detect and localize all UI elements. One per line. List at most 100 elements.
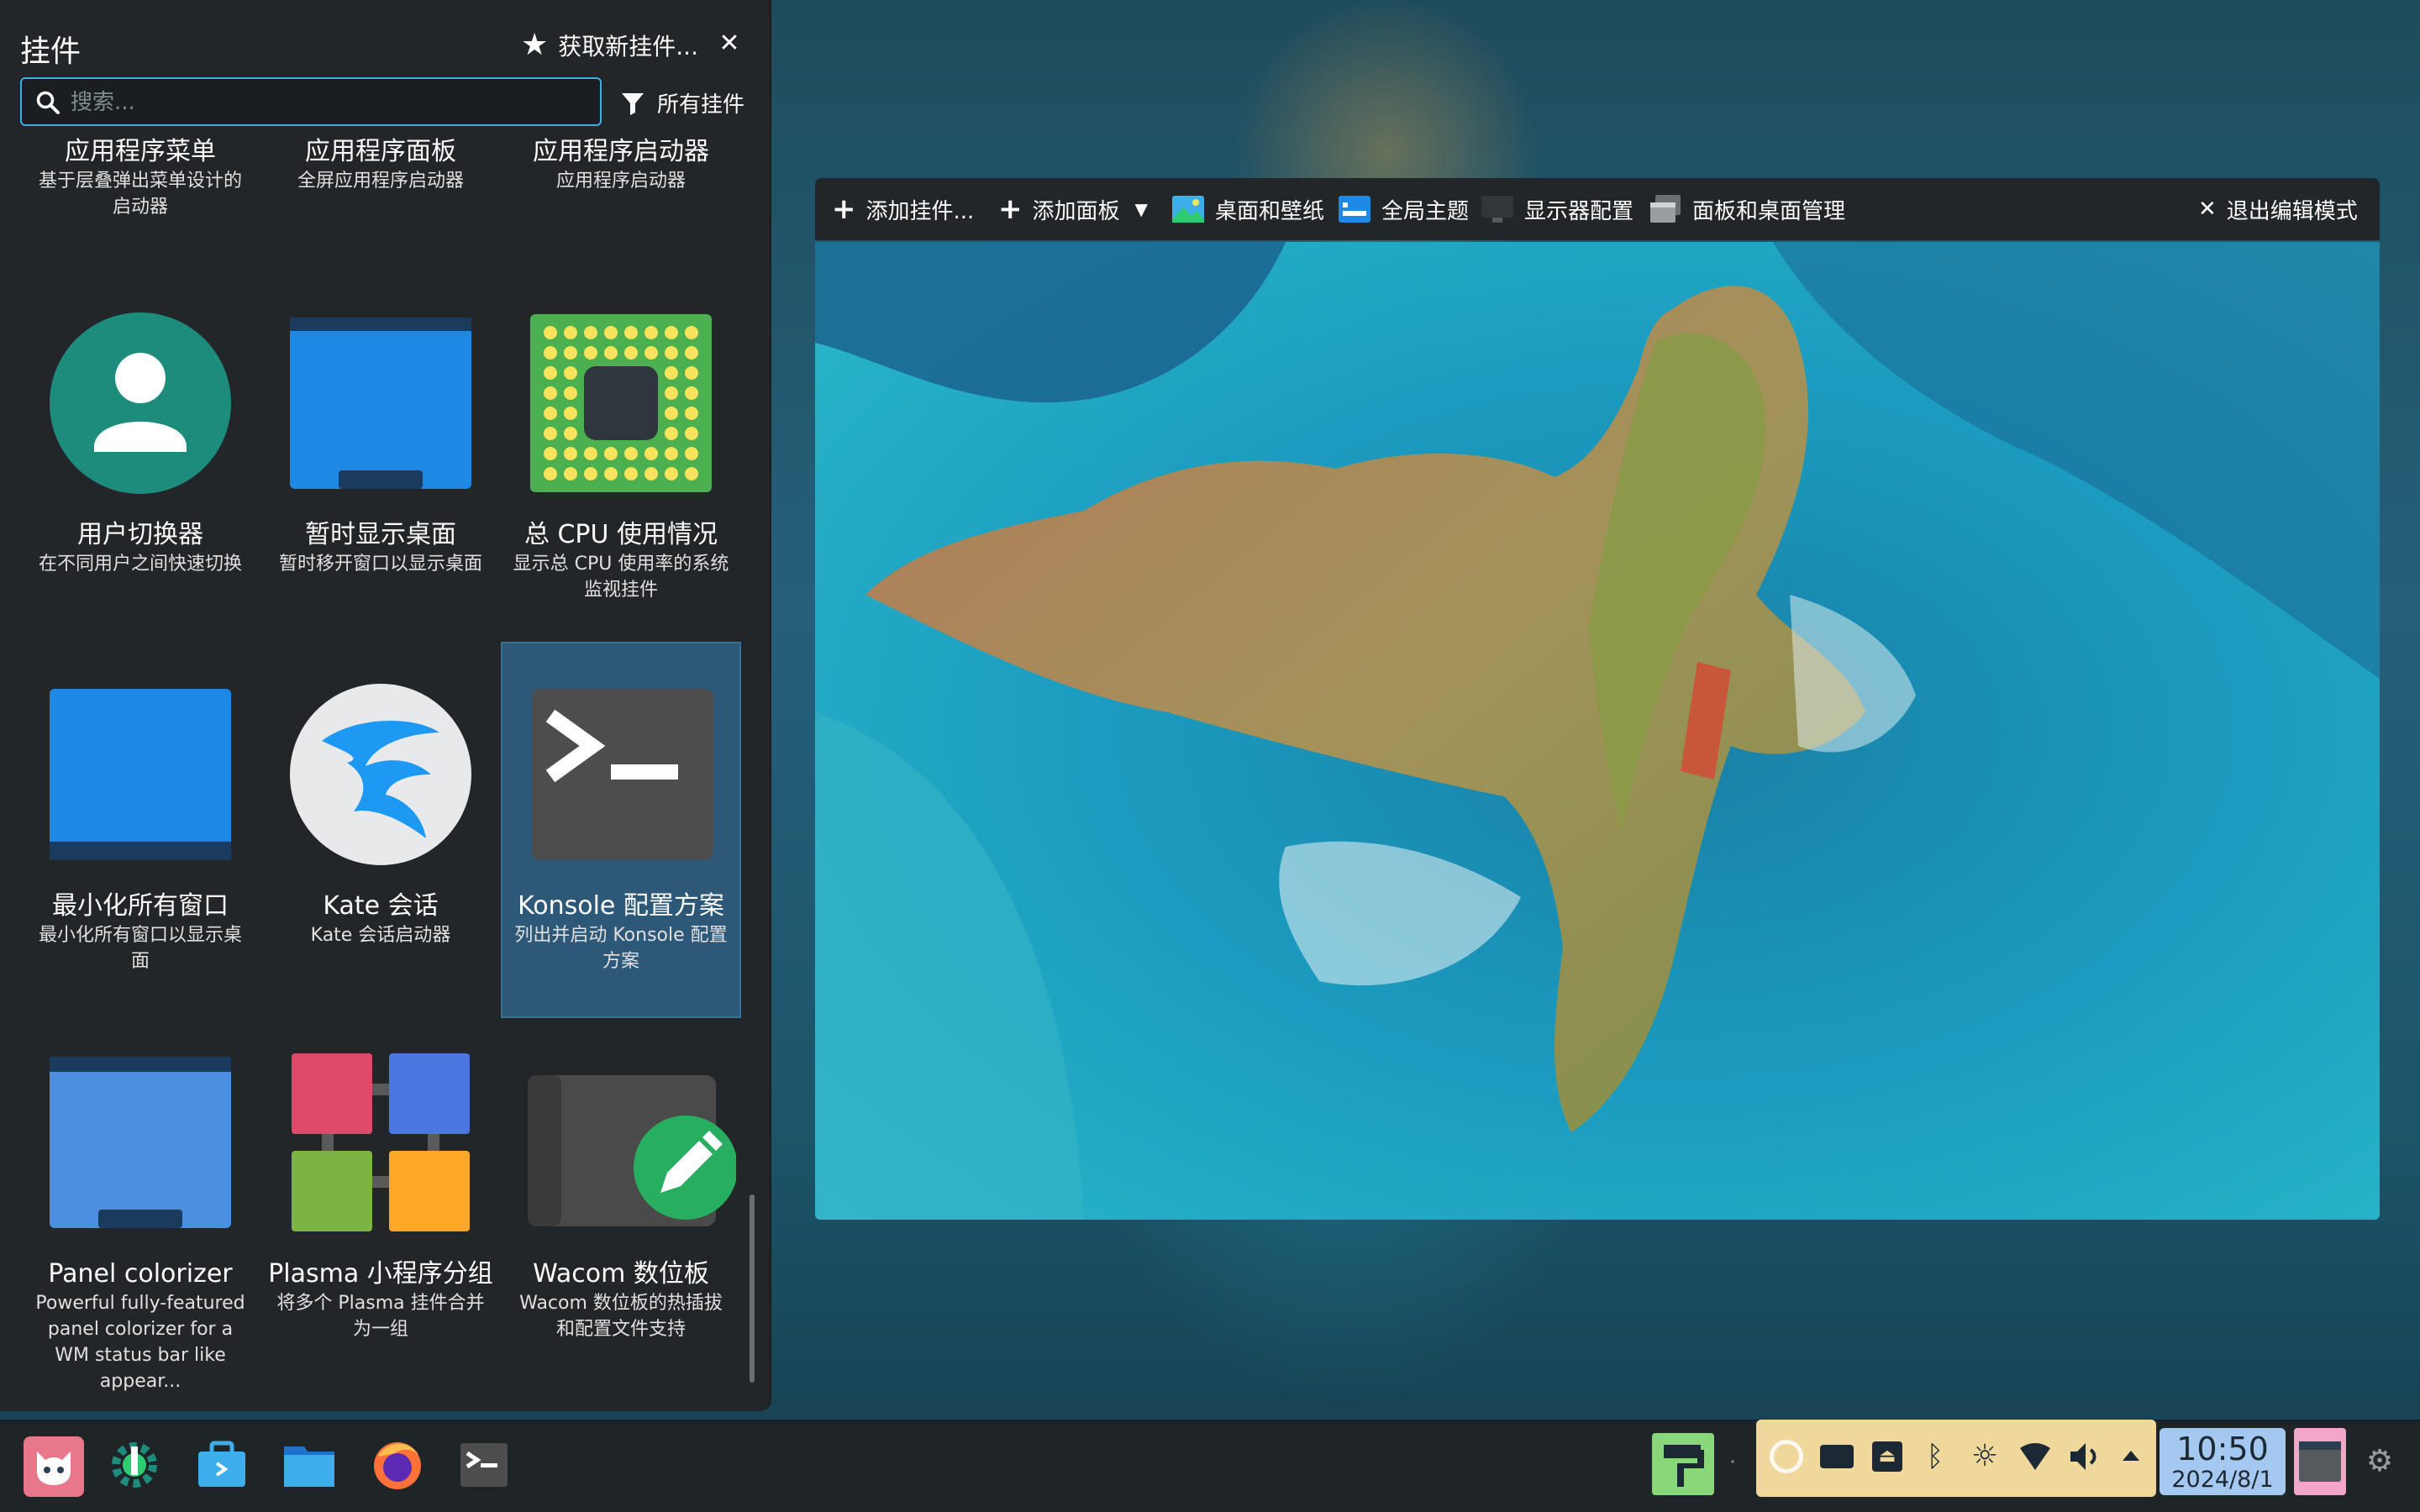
widget-item[interactable]: Panel colorizer Powerful fully-featured … xyxy=(20,1032,260,1401)
bluetooth-icon[interactable]: ᛒ xyxy=(1923,1440,1948,1473)
cpu-pin-dot xyxy=(685,346,698,360)
cpu-pin-dot xyxy=(564,346,577,360)
discover-store-icon[interactable] xyxy=(195,1440,249,1490)
widget-description: 应用程序启动器 xyxy=(555,171,686,192)
widget-description: Powerful fully-featured panel colorizer … xyxy=(35,1293,245,1392)
system-settings-icon[interactable] xyxy=(108,1438,161,1492)
widget-item[interactable]: 用户切换器 在不同用户之间快速切换 xyxy=(20,297,260,650)
firefox-icon[interactable] xyxy=(370,1436,425,1492)
system-tray: ⏏ ᛒ ☼ xyxy=(1756,1420,2156,1497)
cpu-pin-dot xyxy=(665,326,678,339)
kickoff-launcher-icon[interactable] xyxy=(24,1436,84,1497)
plus-icon: + xyxy=(998,192,1023,226)
cpu-pin-dot xyxy=(604,447,618,460)
widget-description: 最小化所有窗口以显示桌面 xyxy=(38,925,242,972)
sync-icon[interactable] xyxy=(1770,1440,1803,1473)
minimize-all-icon xyxy=(50,689,231,860)
cpu-pin-dot xyxy=(544,366,557,380)
cpu-pin-dot xyxy=(564,366,577,380)
get-new-widgets-button[interactable]: ★ 获取新挂件... xyxy=(521,29,698,62)
cpu-pin-dot xyxy=(564,386,577,400)
widget-grid: 应用程序菜单 基于层叠弹出菜单设计的启动器 应用程序面板 全屏应用程序启动器 应… xyxy=(0,136,748,1403)
chevron-up-icon[interactable] xyxy=(2123,1448,2139,1461)
widget-name: Wacom 数位板 xyxy=(533,1259,709,1289)
panel-desktop-management-label: 面板和桌面管理 xyxy=(1692,198,1846,224)
widget-name: 应用程序启动器 xyxy=(533,137,709,166)
clock-time: 10:50 xyxy=(2176,1431,2269,1467)
wallpaper-button[interactable]: 桌面和壁纸 xyxy=(1171,178,1324,240)
widget-item-selected[interactable]: Konsole 配置方案 列出并启动 Konsole 配置方案 xyxy=(501,642,741,1018)
cpu-pin-dot xyxy=(624,467,638,480)
widget-description: 将多个 Plasma 挂件合并为一组 xyxy=(276,1293,485,1340)
widget-name: 总 CPU 使用情况 xyxy=(523,520,718,549)
cpu-pin-dot xyxy=(584,346,597,360)
close-icon: ✕ xyxy=(2198,197,2217,222)
add-widgets-label: 添加挂件... xyxy=(865,198,975,224)
keyboard-icon[interactable] xyxy=(1820,1445,1854,1468)
cpu-pin-dot xyxy=(624,346,638,360)
add-widgets-button[interactable]: + 添加挂件... xyxy=(832,178,974,240)
add-panel-button[interactable]: + 添加面板 ▼ xyxy=(998,178,1148,240)
add-panel-label: 添加面板 xyxy=(1032,198,1120,224)
kate-icon xyxy=(290,684,471,865)
panel-title: 挂件 xyxy=(20,34,82,69)
cpu-pin-dot xyxy=(685,467,698,480)
peek-at-desktop-icon xyxy=(290,318,471,489)
cpu-pin-dot xyxy=(685,386,698,400)
cpu-pin-dot xyxy=(604,326,618,339)
widget-description: 在不同用户之间快速切换 xyxy=(38,554,242,575)
scrollbar-thumb[interactable] xyxy=(750,1194,755,1383)
global-theme-button[interactable]: 全局主题 xyxy=(1338,178,1469,240)
cpu-pin-dot xyxy=(685,366,698,380)
monitor-icon xyxy=(1481,196,1513,223)
cpu-pin-dot xyxy=(665,386,678,400)
widget-item[interactable]: Kate 会话 Kate 会话启动器 xyxy=(260,659,501,1021)
eject-icon[interactable]: ⏏ xyxy=(1872,1441,1902,1472)
wacom-tablet-icon xyxy=(528,1075,736,1226)
widget-description: 显示总 CPU 使用率的系统监视挂件 xyxy=(513,554,729,601)
widget-item[interactable]: 应用程序面板 全屏应用程序启动器 xyxy=(260,136,501,237)
search-field[interactable] xyxy=(20,77,602,126)
widget-item[interactable]: 最小化所有窗口 最小化所有窗口以显示桌面 xyxy=(20,659,260,1021)
widget-name: 用户切换器 xyxy=(77,520,203,549)
widget-item[interactable]: 总 CPU 使用情况 显示总 CPU 使用率的系统监视挂件 xyxy=(501,297,741,650)
desktop-wallpaper-preview[interactable] xyxy=(815,242,2380,1220)
volume-icon[interactable] xyxy=(2069,1441,2102,1472)
widget-item[interactable]: 暂时显示桌面 暂时移开窗口以显示桌面 xyxy=(260,297,501,650)
paint-roller-widget-icon[interactable] xyxy=(1652,1433,1714,1495)
chevron-down-icon: ▼ xyxy=(1134,199,1148,219)
widget-item[interactable]: Plasma 小程序分组 将多个 Plasma 挂件合并为一组 xyxy=(260,1032,501,1401)
widget-name: Konsole 配置方案 xyxy=(518,891,724,921)
filter-button[interactable]: 所有挂件 xyxy=(620,87,744,118)
widget-description: Wacom 数位板的热插拔和配置文件支持 xyxy=(519,1293,723,1340)
global-theme-icon xyxy=(1339,196,1370,223)
search-icon xyxy=(36,91,60,114)
konsole-icon[interactable] xyxy=(459,1441,509,1488)
widget-item[interactable]: 应用程序菜单 基于层叠弹出菜单设计的启动器 xyxy=(20,136,260,237)
cpu-pin-dot xyxy=(644,447,658,460)
cpu-pin-dot xyxy=(644,346,658,360)
panel-colorizer-icon xyxy=(50,1057,231,1228)
wallpaper-label: 桌面和壁纸 xyxy=(1215,198,1325,224)
display-config-button[interactable]: 显示器配置 xyxy=(1481,178,1634,240)
show-desktop-icon[interactable] xyxy=(2294,1428,2346,1495)
clock-date: 2024/8/1 xyxy=(2171,1467,2274,1493)
brightness-icon[interactable]: ☼ xyxy=(1968,1440,2002,1473)
widget-item[interactable]: Wacom 数位板 Wacom 数位板的热插拔和配置文件支持 xyxy=(501,1032,741,1401)
wifi-icon[interactable] xyxy=(2018,1441,2052,1472)
wallpaper-image xyxy=(815,242,2380,1220)
search-input[interactable] xyxy=(71,87,575,118)
exit-edit-mode-button[interactable]: ✕ 退出编辑模式 xyxy=(2198,178,2358,240)
cpu-pin-dot xyxy=(665,407,678,420)
widget-scrollbar[interactable] xyxy=(748,136,756,1403)
panel-desktop-management-button[interactable]: 面板和桌面管理 xyxy=(1649,178,1845,240)
widget-item[interactable]: 应用程序启动器 应用程序启动器 xyxy=(501,136,741,237)
cpu-chip-icon xyxy=(530,314,712,492)
gear-icon[interactable]: ⚙ xyxy=(2363,1445,2396,1478)
close-icon[interactable]: ✕ xyxy=(716,29,743,58)
cpu-pin-dot xyxy=(564,447,577,460)
cpu-pin-dot xyxy=(584,447,597,460)
cpu-pin-dot xyxy=(644,326,658,339)
digital-clock[interactable]: 10:50 2024/8/1 xyxy=(2160,1428,2286,1495)
dolphin-files-icon[interactable] xyxy=(282,1441,336,1488)
